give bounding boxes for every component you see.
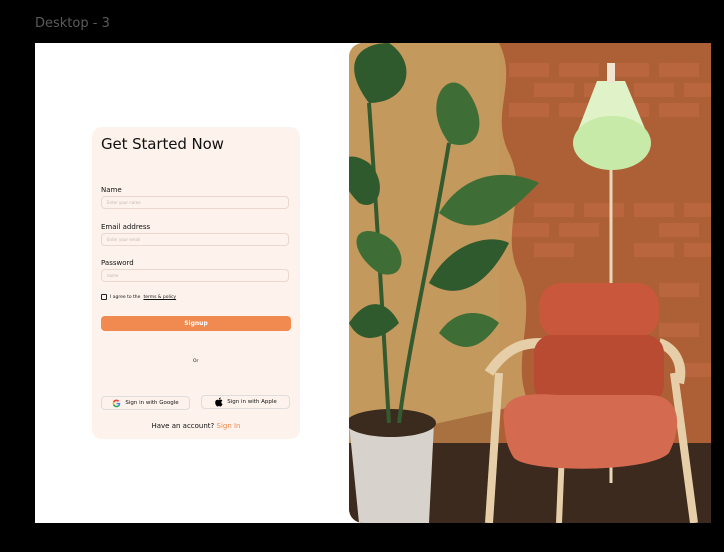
terms-link[interactable]: terms & policy — [143, 295, 176, 300]
terms-checkbox[interactable] — [101, 294, 107, 300]
hero-photo — [349, 43, 711, 523]
page-title: Get Started Now — [101, 135, 224, 153]
terms-row: I agree to the terms & policy — [101, 294, 176, 300]
signin-link[interactable]: Sign In — [217, 422, 241, 430]
name-input[interactable] — [101, 196, 289, 209]
name-label: Name — [101, 186, 122, 194]
apple-signin-label: Sign in with Apple — [227, 399, 277, 405]
email-label: Email address — [101, 223, 151, 231]
email-input[interactable] — [101, 233, 289, 246]
apple-signin-button[interactable]: Sign in with Apple — [201, 395, 290, 409]
password-label: Password — [101, 259, 134, 267]
agree-text: I agree to the — [110, 294, 141, 300]
password-input[interactable] — [101, 269, 289, 282]
signup-card: Get Started Now Name Email address Passw… — [92, 127, 300, 439]
frame-label: Desktop - 3 — [35, 16, 110, 31]
google-signin-button[interactable]: Sign in with Google — [101, 396, 190, 410]
or-divider: Or — [193, 359, 199, 364]
account-row: Have an account? Sign In — [92, 422, 300, 430]
google-icon — [112, 399, 121, 408]
apple-icon — [214, 397, 223, 407]
google-signin-label: Sign in with Google — [125, 400, 179, 406]
account-prompt: Have an account? — [151, 422, 215, 430]
signup-button[interactable]: Signup — [101, 316, 291, 331]
